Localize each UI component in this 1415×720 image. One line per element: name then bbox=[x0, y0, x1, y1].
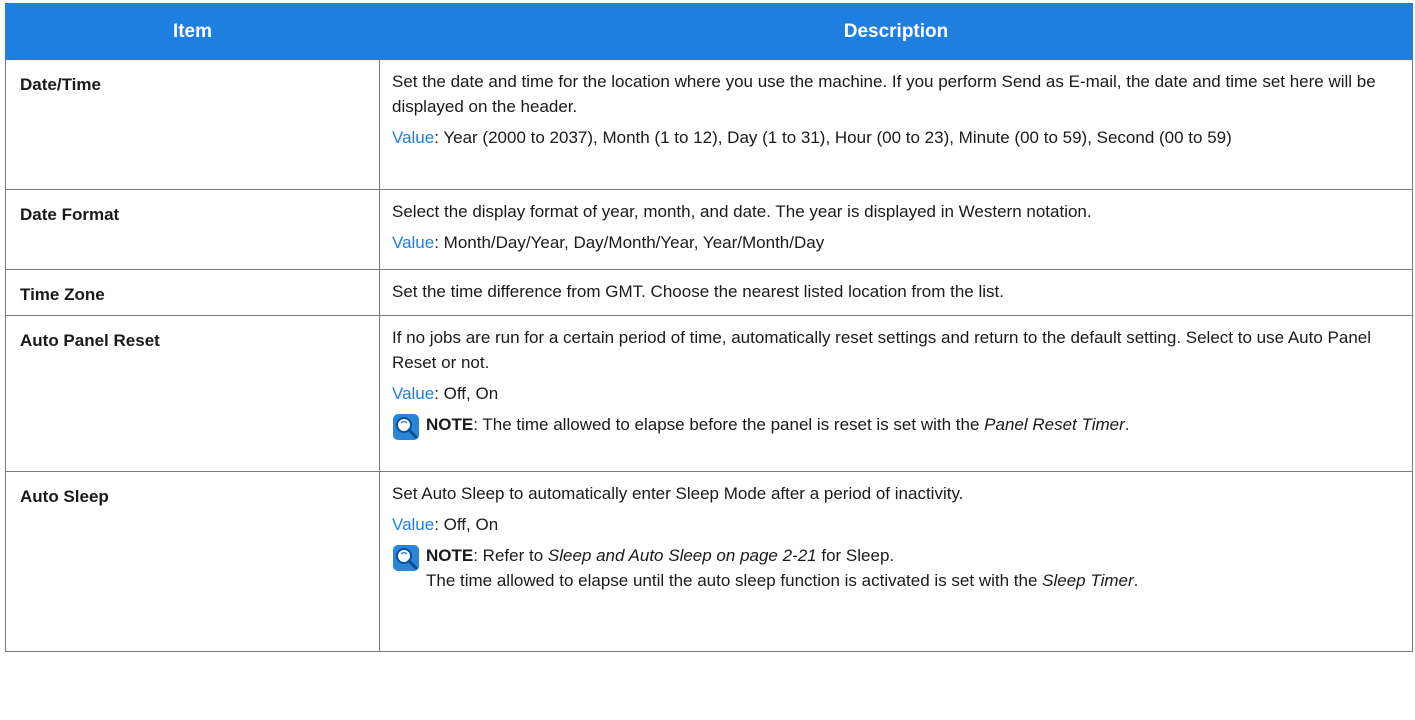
item-cell: Date Format bbox=[5, 189, 380, 270]
description-cell: Set the date and time for the location w… bbox=[379, 59, 1413, 190]
item-cell: Date/Time bbox=[5, 59, 380, 190]
note-text-2: The time allowed to elapse until the aut… bbox=[426, 571, 1043, 590]
description-text: Set Auto Sleep to automatically enter Sl… bbox=[392, 484, 964, 503]
description-column-header: Description bbox=[379, 3, 1413, 60]
table-row: Auto Panel Reset If no jobs are run for … bbox=[5, 315, 1413, 472]
value-label: Value bbox=[392, 384, 435, 403]
description-cell: Set the time difference from GMT. Choose… bbox=[379, 269, 1413, 316]
note: NOTE: Refer to Sleep and Auto Sleep on p… bbox=[392, 543, 1398, 593]
table-row: Time Zone Set the time difference from G… bbox=[5, 269, 1413, 316]
item-cell: Auto Sleep bbox=[5, 471, 380, 652]
value-text: : Month/Day/Year, Day/Month/Year, Year/M… bbox=[434, 233, 825, 252]
item-cell: Auto Panel Reset bbox=[5, 315, 380, 472]
description-text: Set the date and time for the location w… bbox=[392, 72, 1376, 116]
description-cell: If no jobs are run for a certain period … bbox=[379, 315, 1413, 472]
value-line: Value: Off, On bbox=[392, 381, 1398, 406]
description-text: If no jobs are run for a certain period … bbox=[392, 328, 1372, 372]
description-cell: Select the display format of year, month… bbox=[379, 189, 1413, 270]
table-row: Date Format Select the display format of… bbox=[5, 189, 1413, 270]
value-text: : Off, On bbox=[434, 515, 499, 534]
value-line: Value: Off, On bbox=[392, 512, 1398, 537]
settings-table: Item Description Date/Time Set the date … bbox=[5, 3, 1413, 652]
table-row: Date/Time Set the date and time for the … bbox=[5, 59, 1413, 190]
note-reference-2: Sleep Timer bbox=[1042, 571, 1134, 590]
note-reference: Panel Reset Timer bbox=[984, 415, 1125, 434]
value-line: Value: Month/Day/Year, Day/Month/Year, Y… bbox=[392, 230, 1398, 255]
description-text: Select the display format of year, month… bbox=[392, 202, 1092, 221]
note-reference: Sleep and Auto Sleep on page 2-21 bbox=[547, 546, 817, 565]
value-text: : Year (2000 to 2037), Month (1 to 12), … bbox=[434, 128, 1232, 147]
note-text-end: . bbox=[1124, 415, 1130, 434]
table-row: Auto Sleep Set Auto Sleep to automatical… bbox=[5, 471, 1413, 652]
value-label: Value bbox=[392, 128, 435, 147]
note-text: : Refer to bbox=[473, 546, 548, 565]
table-header-row: Item Description bbox=[5, 3, 1413, 60]
note-text: : The time allowed to elapse before the … bbox=[473, 415, 985, 434]
note-magnifier-icon bbox=[393, 414, 419, 440]
note-magnifier-icon bbox=[393, 545, 419, 571]
note-text-end: for Sleep. bbox=[816, 546, 895, 565]
note-label: NOTE bbox=[426, 546, 474, 565]
value-line: Value: Year (2000 to 2037), Month (1 to … bbox=[392, 125, 1398, 150]
description-text: Set the time difference from GMT. Choose… bbox=[392, 282, 1004, 301]
note-line-1: NOTE: Refer to Sleep and Auto Sleep on p… bbox=[426, 543, 1398, 568]
item-column-header: Item bbox=[5, 3, 380, 60]
value-label: Value bbox=[392, 515, 435, 534]
item-cell: Time Zone bbox=[5, 269, 380, 316]
note-line-2: The time allowed to elapse until the aut… bbox=[426, 568, 1398, 593]
note: NOTE: The time allowed to elapse before … bbox=[392, 412, 1398, 440]
note-text-2-end: . bbox=[1133, 571, 1139, 590]
value-label: Value bbox=[392, 233, 435, 252]
value-text: : Off, On bbox=[434, 384, 499, 403]
description-cell: Set Auto Sleep to automatically enter Sl… bbox=[379, 471, 1413, 652]
note-label: NOTE bbox=[426, 415, 474, 434]
